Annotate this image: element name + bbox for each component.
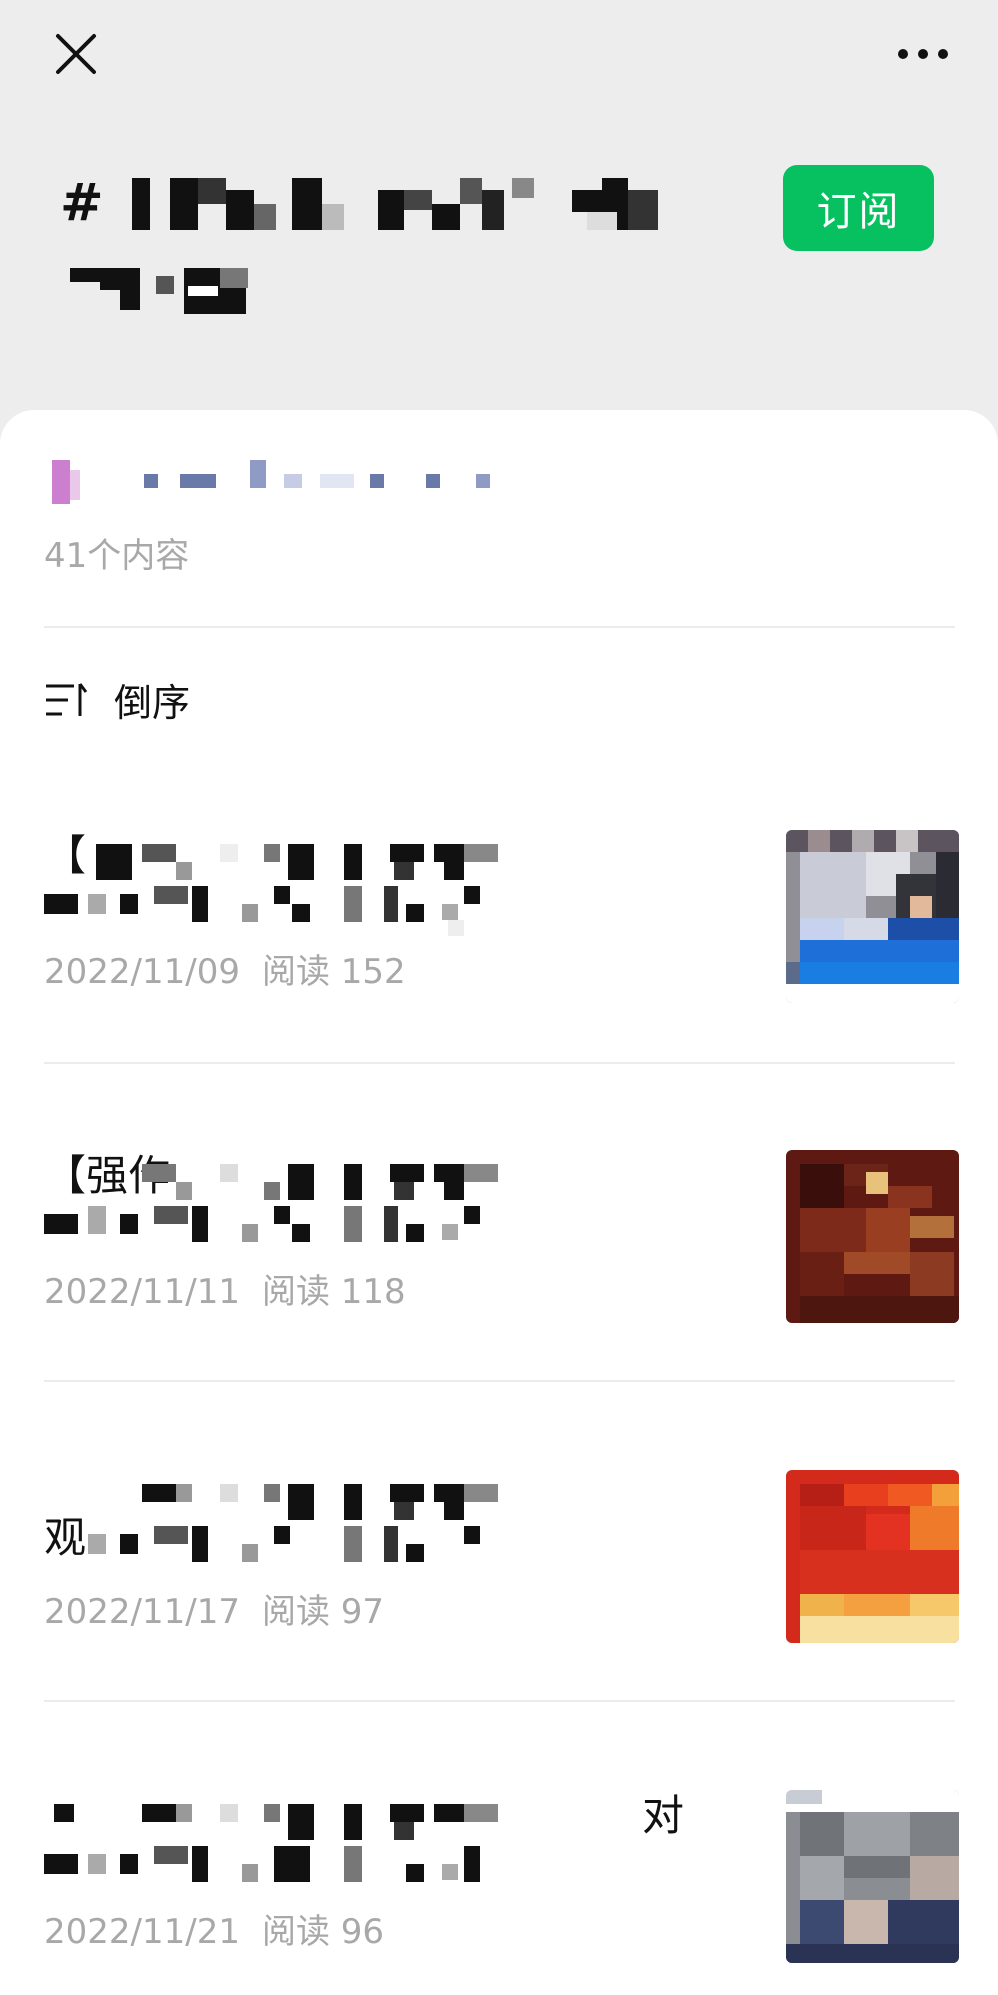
reads-count: 97 (340, 1592, 385, 1632)
article-meta: 2022/11/21 阅读 96 (44, 1904, 384, 1953)
reads-count: 152 (340, 952, 406, 992)
reads-label: 阅读 (261, 952, 330, 992)
pixelated-article-title (44, 1164, 498, 1242)
content-count: 41个内容 (44, 536, 190, 576)
article-date: 2022/11/11 (44, 1272, 240, 1312)
pixelated-source-name (52, 460, 490, 504)
sort-label: 倒序 (114, 681, 191, 725)
article-item[interactable]: 对 2022/11/21 阅读 96 (44, 1770, 959, 1995)
reads-label: 阅读 (261, 1272, 330, 1312)
pixelated-article-title (44, 844, 498, 936)
article-title: 对 (642, 1791, 685, 1840)
content-card: 41个内容 倒序 【 2022/11/09 阅读 152 【强作 2022/11… (0, 410, 998, 1995)
article-thumbnail (786, 830, 959, 1003)
divider (44, 1700, 955, 1702)
article-meta: 2022/11/09 阅读 152 (44, 944, 406, 993)
article-item[interactable]: 【 2022/11/09 阅读 152 (44, 810, 959, 1060)
topic-collection-page: # 订阅 41个内容 倒序 【 2022/11/09 阅读 152 【强作 20… (0, 0, 998, 1995)
article-meta: 2022/11/11 阅读 118 (44, 1264, 406, 1313)
article-thumbnail (786, 1150, 959, 1323)
pixelated-title-line-1 (131, 178, 658, 230)
article-thumbnail (786, 1790, 959, 1963)
hashtag-symbol: # (60, 173, 104, 233)
more-dots-icon (898, 49, 948, 59)
article-item[interactable]: 观 2022/11/17 阅读 97 (44, 1450, 959, 1700)
reads-label: 阅读 (261, 1592, 330, 1632)
reads-label: 阅读 (261, 1912, 330, 1952)
reads-count: 118 (340, 1272, 406, 1312)
article-date: 2022/11/17 (44, 1592, 240, 1632)
more-button[interactable] (888, 26, 958, 82)
article-item[interactable]: 【强作 2022/11/11 阅读 118 (44, 1130, 959, 1380)
pixelated-article-title (88, 1484, 498, 1562)
close-icon (56, 34, 96, 74)
subscribe-button[interactable]: 订阅 (783, 165, 934, 251)
article-meta: 2022/11/17 阅读 97 (44, 1584, 384, 1633)
divider (44, 626, 955, 628)
pixelated-title-line-2 (70, 268, 248, 314)
reads-count: 96 (340, 1912, 385, 1952)
topic-title: # (60, 160, 740, 332)
source-name[interactable] (44, 460, 504, 504)
sort-toggle[interactable]: 倒序 (44, 672, 190, 727)
divider (44, 1380, 955, 1382)
article-date: 2022/11/21 (44, 1912, 240, 1952)
divider (44, 1062, 955, 1064)
article-thumbnail (786, 1470, 959, 1643)
sort-order-icon (46, 682, 88, 716)
article-date: 2022/11/09 (44, 952, 240, 992)
pixelated-article-title (44, 1804, 498, 1882)
close-button[interactable] (48, 26, 104, 82)
